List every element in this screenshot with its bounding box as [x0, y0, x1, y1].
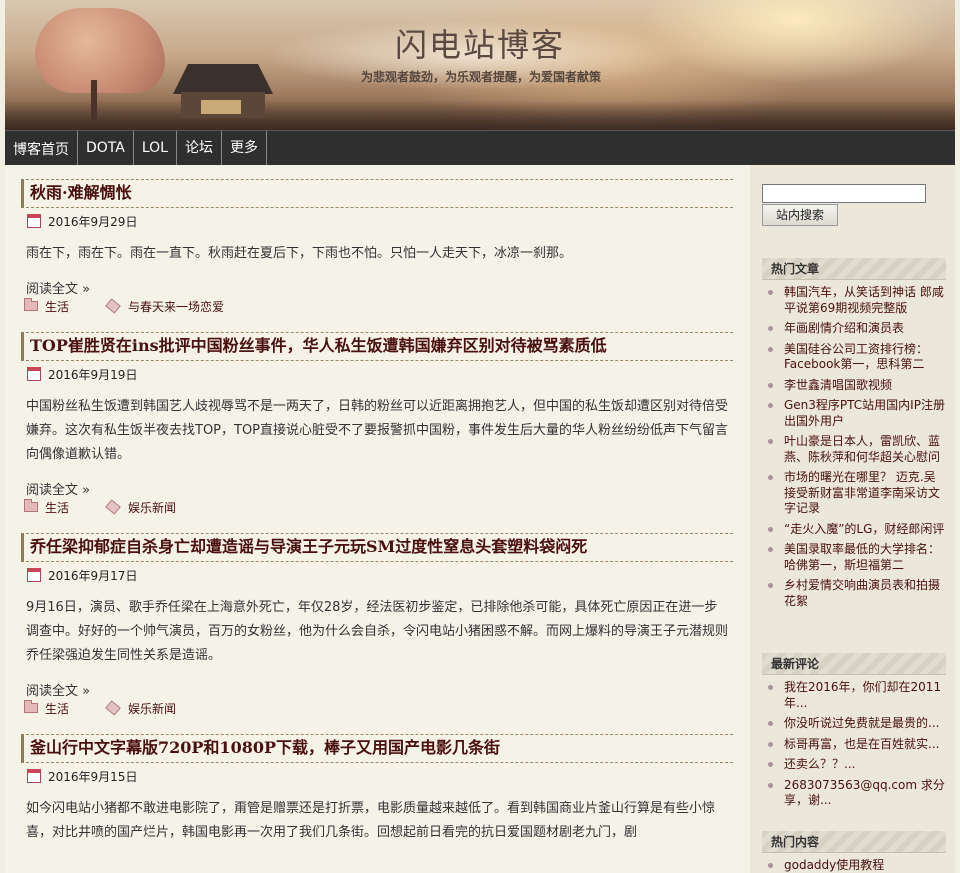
read-more-link[interactable]: 阅读全文 »	[21, 479, 733, 498]
list-item[interactable]: 还卖么？？...	[762, 757, 946, 773]
widget-latest-comments: 最新评论 我在2016年，你们却在2011年... 你没听说过免费就是最贵的..…	[762, 653, 946, 814]
tag-link[interactable]: 与春天来一场恋爱	[128, 298, 224, 315]
calendar-icon	[27, 214, 41, 228]
sidebar: 站内搜索 热门文章 韩国汽车，从笑话到神话 郎咸平说第69期视频完整版 年画剧情…	[750, 165, 955, 873]
calendar-icon	[27, 568, 41, 582]
banner-ground	[5, 100, 955, 130]
site-tagline: 为悲观者鼓劲，为乐观者提醒，为爱国者献策	[361, 70, 602, 84]
widget-title: 热门内容	[762, 831, 946, 853]
post-title[interactable]: TOP崔胜贤在ins批评中国粉丝事件，华人私生饭遭韩国嫌弃区别对待被骂素质低	[21, 332, 733, 361]
post-excerpt: 中国粉丝私生饭遭到韩国艺人歧视辱骂不是一两天了，日韩的粉丝可以近距离拥抱艺人，但…	[26, 399, 729, 462]
post-date: 2016年9月29日	[21, 208, 733, 234]
post-date-text: 2016年9月29日	[48, 214, 138, 229]
nav-item-home[interactable]: 博客首页	[5, 131, 78, 165]
post-title[interactable]: 秋雨·难解惆怅	[21, 179, 733, 208]
list-item[interactable]: Gen3程序PTC站用国内IP注册出国外用户	[762, 398, 946, 429]
list-item[interactable]: “走火入魔”的LG，财经郎闲评	[762, 522, 946, 538]
search-input[interactable]	[762, 184, 926, 203]
read-more-link[interactable]: 阅读全文 »	[21, 278, 733, 297]
post-date: 2016年9月15日	[21, 763, 733, 789]
post: TOP崔胜贤在ins批评中国粉丝事件，华人私生饭遭韩国嫌弃区别对待被骂素质低 2…	[21, 332, 733, 517]
main-content: 秋雨·难解惆怅 2016年9月29日 雨在下，雨在下。雨在一直下。秋雨赶在夏后下…	[5, 165, 750, 873]
post-title[interactable]: 釜山行中文字幕版720P和1080P下载，棒子又用国产电影几条街	[21, 734, 733, 763]
list-item[interactable]: godaddy使用教程	[762, 858, 946, 873]
list-item[interactable]: 市场的曙光在哪里？ 迈克.吴接受新财富非常道李南采访文字记录	[762, 470, 946, 517]
category-link[interactable]: 生活	[45, 700, 69, 717]
list-item[interactable]: 2683073563@qq.com 求分享，谢...	[762, 778, 946, 809]
folder-icon	[24, 298, 38, 311]
calendar-icon	[27, 769, 41, 783]
post-date-text: 2016年9月15日	[48, 769, 138, 784]
list-item[interactable]: 我在2016年，你们却在2011年...	[762, 680, 946, 711]
post: 乔任梁抑郁症自杀身亡却遭造谣与导演王子元玩SM过度性窒息头套塑料袋闷死 2016…	[21, 533, 733, 718]
hut-roof-illustration	[173, 64, 273, 94]
post-meta: 生活 娱乐新闻	[21, 698, 733, 718]
category-link[interactable]: 生活	[45, 499, 69, 516]
nav-item-dota[interactable]: DOTA	[78, 131, 134, 165]
list-item[interactable]: 年画剧情介绍和演员表	[762, 321, 946, 337]
post-date-text: 2016年9月19日	[48, 367, 138, 382]
folder-icon	[24, 499, 38, 512]
hut-window-light	[201, 100, 241, 114]
widget-title: 热门文章	[762, 258, 946, 280]
nav-item-forum[interactable]: 论坛	[177, 131, 222, 165]
tag-link[interactable]: 娱乐新闻	[128, 700, 176, 717]
search-button[interactable]: 站内搜索	[762, 204, 838, 226]
list-item[interactable]: 乡村爱情交响曲演员表和拍摄花絮	[762, 578, 946, 609]
tag-icon	[105, 499, 121, 515]
hot-articles-list: 韩国汽车，从笑话到神话 郎咸平说第69期视频完整版 年画剧情介绍和演员表 美国硅…	[762, 285, 946, 609]
latest-comments-list: 我在2016年，你们却在2011年... 你没听说过免费就是最贵的... 标哥再…	[762, 680, 946, 809]
post-title[interactable]: 乔任梁抑郁症自杀身亡却遭造谣与导演王子元玩SM过度性窒息头套塑料袋闷死	[21, 533, 733, 562]
tag-icon	[105, 298, 121, 314]
hot-content-list: godaddy使用教程	[762, 858, 946, 873]
post-excerpt: 如今闪电站小猪都不敢进电影院了，甭管是赠票还是打折票，电影质量越来越低了。看到韩…	[26, 801, 716, 840]
widget-title: 最新评论	[762, 653, 946, 675]
category-link[interactable]: 生活	[45, 298, 69, 315]
post-date-text: 2016年9月17日	[48, 568, 138, 583]
site-title[interactable]: 闪电站博客	[5, 20, 955, 66]
list-item[interactable]: 你没听说过免费就是最贵的...	[762, 716, 946, 732]
main-nav: 博客首页 DOTA LOL 论坛 更多	[5, 130, 955, 165]
post-meta: 生活 娱乐新闻	[21, 497, 733, 517]
nav-item-lol[interactable]: LOL	[134, 131, 177, 165]
page: 闪电站博客 为悲观者鼓劲，为乐观者提醒，为爱国者献策 博客首页 DOTA LOL…	[0, 0, 960, 873]
widget-hot-articles: 热门文章 韩国汽车，从笑话到神话 郎咸平说第69期视频完整版 年画剧情介绍和演员…	[762, 258, 946, 614]
post-meta: 生活 与春天来一场恋爱	[21, 296, 733, 316]
post-date: 2016年9月17日	[21, 562, 733, 588]
post: 秋雨·难解惆怅 2016年9月29日 雨在下，雨在下。雨在一直下。秋雨赶在夏后下…	[21, 179, 733, 316]
list-item[interactable]: 美国录取率最低的大学排名：哈佛第一，斯坦福第二	[762, 542, 946, 573]
post: 釜山行中文字幕版720P和1080P下载，棒子又用国产电影几条街 2016年9月…	[21, 734, 733, 845]
list-item[interactable]: 叶山豪是日本人，雷凯欣、蓝燕、陈秋萍和何华超关心慰问	[762, 434, 946, 465]
post-date: 2016年9月19日	[21, 361, 733, 387]
tree-trunk-illustration	[91, 80, 97, 120]
list-item[interactable]: 美国硅谷公司工资排行榜：Facebook第一，思科第二	[762, 342, 946, 373]
post-excerpt: 9月16日，演员、歌手乔任梁在上海意外死亡，年仅28岁，经法医初步鉴定，已排除他…	[26, 600, 729, 663]
folder-icon	[24, 700, 38, 713]
calendar-icon	[27, 367, 41, 381]
widget-hot-content: 热门内容 godaddy使用教程	[762, 831, 946, 873]
header-banner: 闪电站博客 为悲观者鼓劲，为乐观者提醒，为爱国者献策	[5, 0, 955, 130]
read-more-link[interactable]: 阅读全文 »	[21, 680, 733, 699]
tag-icon	[105, 700, 121, 716]
list-item[interactable]: 李世鑫清唱国歌视频	[762, 378, 946, 394]
post-excerpt: 雨在下，雨在下。雨在一直下。秋雨赶在夏后下，下雨也不怕。只怕一人走天下，冰凉一刹…	[26, 246, 573, 261]
nav-item-more[interactable]: 更多	[222, 131, 267, 165]
list-item[interactable]: 韩国汽车，从笑话到神话 郎咸平说第69期视频完整版	[762, 285, 946, 316]
list-item[interactable]: 标哥再富，也是在百姓就实...	[762, 737, 946, 753]
tag-link[interactable]: 娱乐新闻	[128, 499, 176, 516]
